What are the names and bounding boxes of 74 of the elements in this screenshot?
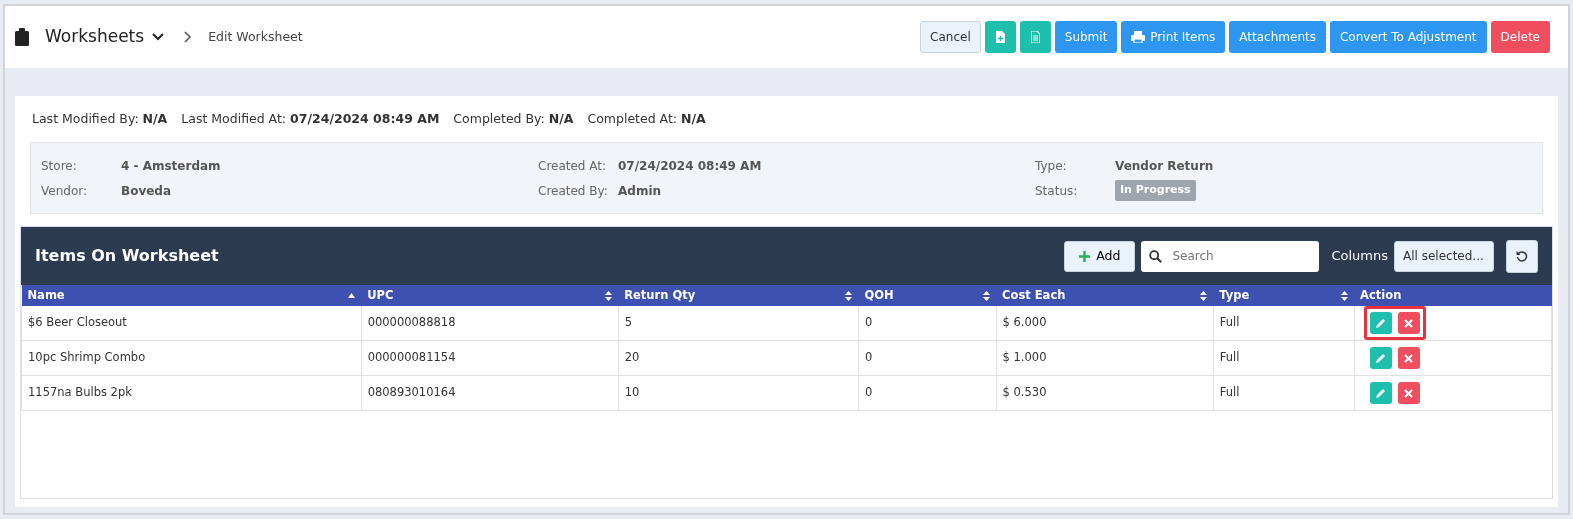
file-plus-icon <box>995 31 1005 43</box>
table-cell: 080893010164 <box>361 375 619 411</box>
field-value: Boveda <box>121 182 172 200</box>
column-header[interactable]: QOH <box>858 285 997 306</box>
meta-text: Last Modified By: N/A <box>32 109 168 128</box>
table-cell: Full <box>1213 375 1355 411</box>
table-cell: 0 <box>858 306 997 341</box>
column-header[interactable]: Return Qty <box>618 285 859 306</box>
column-header[interactable]: UPC <box>361 285 619 306</box>
edit-button[interactable] <box>1369 312 1392 334</box>
meta-text: Completed By: N/A <box>453 109 574 128</box>
table-cell: $ 0.530 <box>996 375 1214 411</box>
table-cell: $6 Beer Closeout <box>21 306 362 341</box>
delete-button[interactable] <box>1397 347 1420 369</box>
pencil-icon <box>1375 352 1387 364</box>
meta-text: Completed At: N/A <box>587 109 706 128</box>
column-header[interactable]: Name <box>21 285 362 306</box>
edit-button[interactable] <box>1369 382 1392 404</box>
column-header: Action <box>1354 285 1552 306</box>
header-button[interactable]: Cancel <box>920 21 981 53</box>
column-header[interactable]: Cost Each <box>996 285 1214 306</box>
field-label: Vendor: <box>41 182 88 200</box>
field-label: Created By: <box>538 182 609 200</box>
status-badge: In Progress <box>1115 180 1196 201</box>
table-cell: 0 <box>858 340 997 376</box>
table-cell: $ 6.000 <box>996 306 1214 341</box>
table-cell: 000000081154 <box>361 340 619 376</box>
table-cell: Full <box>1213 306 1355 341</box>
plus-icon <box>1079 250 1091 262</box>
field-label: Type: <box>1035 157 1068 175</box>
table-cell: 0 <box>858 375 997 411</box>
table-cell: 10 <box>618 375 859 411</box>
reset-button[interactable] <box>1506 239 1538 273</box>
pencil-icon <box>1375 317 1387 329</box>
panel-title: Items On Worksheet <box>35 245 220 267</box>
table-cell: $ 1.000 <box>996 340 1214 376</box>
meta-text: Last Modified At: 07/24/2024 08:49 AM <box>181 109 440 128</box>
pencil-icon <box>1375 387 1387 399</box>
table-cell: Full <box>1213 340 1355 376</box>
close-icon <box>1404 353 1414 363</box>
edit-button[interactable] <box>1369 347 1392 369</box>
add-button[interactable]: Add <box>1064 240 1136 272</box>
printer-icon <box>1131 31 1146 43</box>
field-label: Status: <box>1035 182 1079 200</box>
close-icon <box>1404 318 1414 328</box>
search-box[interactable]: Search <box>1141 240 1320 272</box>
field-label: Store: <box>41 157 78 175</box>
delete-button[interactable] <box>1397 382 1420 404</box>
document-icon <box>1030 31 1040 43</box>
table-cell: 5 <box>618 306 859 341</box>
table-cell: 10pc Shrimp Combo <box>21 340 362 376</box>
chevron-right-icon <box>184 31 193 43</box>
field-value: 07/24/2024 08:49 AM <box>618 157 762 175</box>
column-header[interactable]: Type <box>1213 285 1355 306</box>
icon-button[interactable] <box>1019 21 1051 53</box>
header-button[interactable]: Delete <box>1490 21 1550 53</box>
columns-dropdown[interactable]: All selected... <box>1394 240 1494 272</box>
field-value: 4 - Amsterdam <box>121 157 221 175</box>
delete-button[interactable] <box>1397 312 1420 334</box>
field-value: Admin <box>618 182 662 200</box>
table-cell: 000000088818 <box>361 306 619 341</box>
page-title: Worksheets <box>45 25 145 49</box>
reset-icon <box>1516 250 1528 262</box>
field-label: Created At: <box>538 157 608 175</box>
close-icon <box>1404 388 1414 398</box>
table-cell: 20 <box>618 340 859 376</box>
icon-button[interactable] <box>984 21 1016 53</box>
breadcrumb-item[interactable]: Edit Worksheet <box>208 27 303 47</box>
columns-label: Columns <box>1331 247 1388 266</box>
clipboard-icon <box>15 28 29 46</box>
table-cell: 1157na Bulbs 2pk <box>21 375 362 411</box>
chevron-down-icon <box>152 33 165 41</box>
search-icon <box>1149 249 1163 263</box>
field-value: Vendor Return <box>1115 157 1214 175</box>
